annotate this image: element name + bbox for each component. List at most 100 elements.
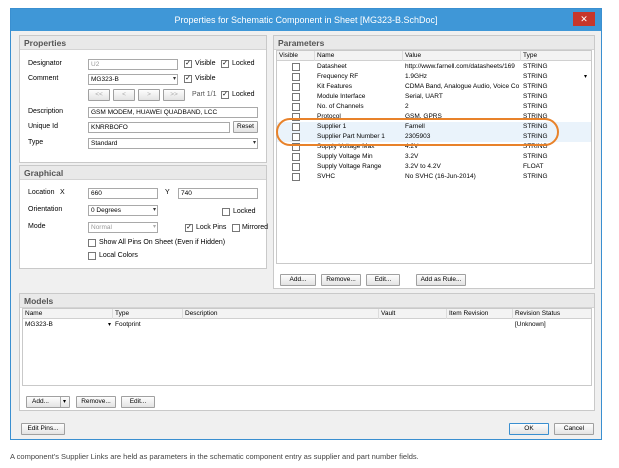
designator-locked-label: Locked [232, 60, 255, 67]
parameter-visible-checkbox[interactable] [292, 153, 300, 161]
designator-input[interactable]: U2 [88, 59, 178, 70]
parameter-visible-checkbox[interactable] [292, 173, 300, 181]
parameter-name-cell: Datasheet [317, 63, 347, 70]
parameter-visible-checkbox[interactable] [292, 73, 300, 81]
parameter-name-cell: Supply Voltage Range [317, 163, 382, 170]
col-type[interactable]: Type [521, 51, 591, 61]
mode-label: Mode [28, 223, 46, 230]
show-all-pins-label: Show All Pins On Sheet (Even if Hidden) [99, 239, 226, 246]
col-model-item-revision[interactable]: Item Revision [447, 309, 513, 319]
models-grid: Name Type Description Vault Item Revisio… [22, 308, 592, 386]
edit-pins-button[interactable]: Edit Pins... [21, 423, 65, 435]
ok-button[interactable]: OK [509, 423, 549, 435]
model-vault-cell [379, 320, 447, 330]
parameter-type-cell: STRING [523, 73, 548, 80]
part-locked-label: Locked [232, 91, 255, 98]
parameters-header: Visible Name Value Type [277, 51, 591, 61]
col-model-description[interactable]: Description [183, 309, 379, 319]
properties-title: Properties [20, 36, 266, 50]
supplier-highlight [276, 118, 559, 146]
parameter-value-cell: Serial, UART [405, 93, 443, 100]
parameter-value-cell: CDMA Band, Analogue Audio, Voice Co [405, 83, 520, 90]
add-parameter-button[interactable]: Add... [280, 274, 316, 286]
parameter-visible-checkbox[interactable] [292, 83, 300, 91]
cancel-button[interactable]: Cancel [554, 423, 594, 435]
parameter-name-cell: No. of Channels [317, 103, 364, 110]
dialog-title: Properties for Schematic Component in Sh… [11, 9, 601, 31]
local-colors-checkbox[interactable] [88, 252, 96, 260]
col-visible[interactable]: Visible [277, 51, 315, 61]
y-label: Y [165, 189, 170, 196]
chevron-down-icon[interactable]: ▾ [59, 397, 66, 407]
y-input[interactable]: 740 [178, 188, 258, 199]
parameter-visible-checkbox[interactable] [292, 163, 300, 171]
parameter-row[interactable]: Supply Voltage Min 3.2V STRING [277, 152, 591, 162]
lock-pins-label: Lock Pins [196, 224, 227, 231]
col-model-type[interactable]: Type [113, 309, 183, 319]
add-as-rule-button[interactable]: Add as Rule... [416, 274, 466, 286]
lock-pins-checkbox[interactable]: ✓ [185, 224, 193, 232]
add-model-button[interactable]: Add... ▾ [26, 396, 70, 408]
properties-dialog: Properties for Schematic Component in Sh… [10, 8, 602, 440]
parameter-row[interactable]: SVHC No SVHC (16-Jun-2014) STRING [277, 172, 591, 182]
parameter-row[interactable]: Kit Features CDMA Band, Analogue Audio, V… [277, 82, 591, 92]
mode-value: Normal [91, 224, 112, 231]
comment-value: MG323-B [91, 76, 119, 83]
edit-parameter-button[interactable]: Edit... [366, 274, 400, 286]
description-input[interactable]: GSM MODEM, HUAWEI QUADBAND, LCC [88, 107, 258, 118]
close-button[interactable]: ✕ [573, 12, 595, 26]
remove-parameter-button[interactable]: Remove... [321, 274, 361, 286]
col-name[interactable]: Name [315, 51, 403, 61]
col-model-vault[interactable]: Vault [379, 309, 447, 319]
parameter-row[interactable]: No. of Channels 2 STRING [277, 102, 591, 112]
orientation-select[interactable]: 0 Degrees ▾ [88, 205, 158, 216]
chevron-down-icon: ▾ [107, 322, 111, 328]
orientation-label: Orientation [28, 206, 63, 213]
designator-visible-label: Visible [195, 60, 216, 67]
first-part-button[interactable]: << [88, 89, 110, 101]
parameter-name-cell: Frequency RF [317, 73, 359, 80]
designator-visible-checkbox[interactable]: ✓ [184, 60, 192, 68]
mode-select[interactable]: Normal ▾ [88, 222, 158, 233]
edit-model-button[interactable]: Edit... [121, 396, 155, 408]
prev-part-button[interactable]: < [113, 89, 135, 101]
unique-id-input[interactable]: KNRRBOFO [88, 122, 230, 133]
designator-locked-checkbox[interactable]: ✓ [221, 60, 229, 68]
last-part-button[interactable]: >> [163, 89, 185, 101]
parameter-row[interactable]: Supply Voltage Range 3.2V to 4.2V FLOAT [277, 162, 591, 172]
mirrored-checkbox[interactable] [232, 224, 240, 232]
x-input[interactable]: 660 [88, 188, 158, 199]
reset-button[interactable]: Reset [233, 121, 258, 133]
parameter-visible-cell [277, 72, 315, 82]
col-model-name[interactable]: Name [23, 309, 113, 319]
parameter-value-cell: 3.2V [405, 153, 419, 160]
show-all-pins-checkbox[interactable] [88, 239, 96, 247]
parameter-row[interactable]: Module Interface Serial, UART STRING [277, 92, 591, 102]
parameter-row[interactable]: Frequency RF 1.9GHz STRING ▾ [277, 72, 591, 82]
next-part-button[interactable]: > [138, 89, 160, 101]
type-select[interactable]: Standard ▾ [88, 138, 258, 149]
comment-select[interactable]: MG323-B ▾ [88, 74, 178, 85]
parameter-visible-checkbox[interactable] [292, 93, 300, 101]
chevron-down-icon: ▾ [252, 140, 256, 146]
chevron-down-icon[interactable]: ▾ [584, 72, 587, 82]
remove-model-button[interactable]: Remove... [76, 396, 116, 408]
parameter-visible-cell [277, 102, 315, 112]
col-value[interactable]: Value [403, 51, 521, 61]
parameter-value-cell: No SVHC (16-Jun-2014) [405, 173, 476, 180]
parameter-type-cell: STRING [523, 173, 548, 180]
graphical-locked-checkbox[interactable] [222, 208, 230, 216]
part-locked-checkbox[interactable]: ✓ [221, 91, 229, 99]
comment-visible-checkbox[interactable]: ✓ [184, 75, 192, 83]
properties-panel: Properties Designator U2 ✓ Visible ✓ Loc… [19, 35, 267, 163]
unique-id-label: Unique Id [28, 123, 58, 130]
parameter-row[interactable]: Datasheet http://www.farnell.com/datashee… [277, 62, 591, 72]
col-model-revision-status[interactable]: Revision Status [513, 309, 591, 319]
parameter-visible-cell [277, 162, 315, 172]
model-row[interactable]: MG323-B ▾ Footprint [Unknown] [23, 320, 591, 330]
designator-label: Designator [28, 60, 62, 67]
parameter-name-cell: Supply Voltage Min [317, 153, 373, 160]
parameter-visible-checkbox[interactable] [292, 63, 300, 71]
parameter-visible-checkbox[interactable] [292, 103, 300, 111]
models-header: Name Type Description Vault Item Revisio… [23, 309, 591, 319]
